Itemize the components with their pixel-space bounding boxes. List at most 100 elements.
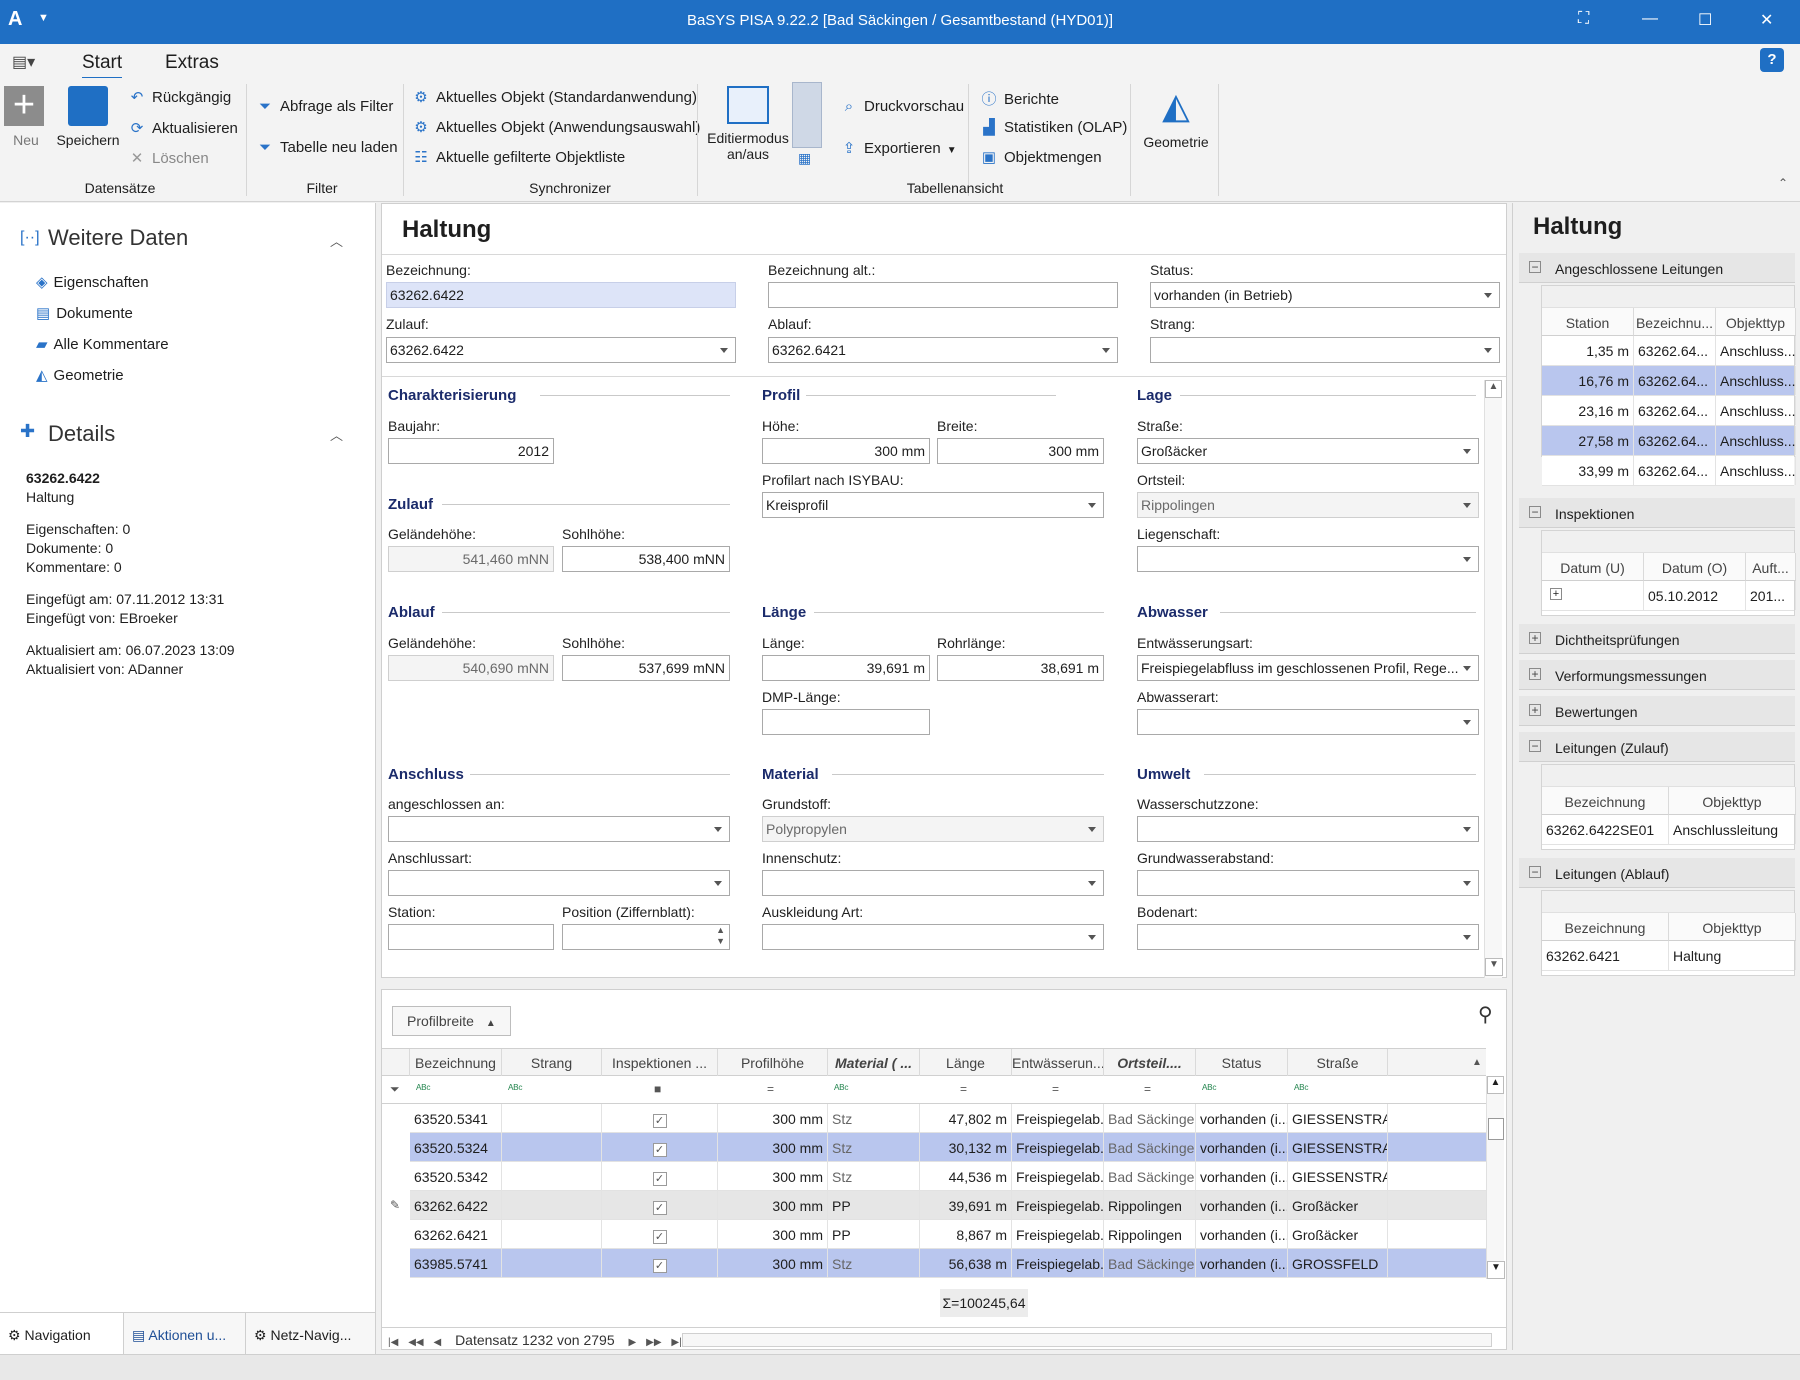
first-record-icon[interactable]: |◀ <box>388 1337 398 1348</box>
table-cell[interactable]: 300 mm <box>718 1104 828 1133</box>
checkbox-checked-icon[interactable]: ✓ <box>652 1172 667 1186</box>
table-cell[interactable]: GIESSENSTRAS... <box>1288 1104 1388 1133</box>
table-cell[interactable]: Anschlussleitung <box>1669 815 1796 844</box>
table-cell[interactable]: Anschluss... <box>1716 396 1796 425</box>
edit-mode-toggle-button[interactable]: Editiermodus an/aus <box>706 86 790 162</box>
table-cell[interactable]: GIESSENSTRAS... <box>1288 1162 1388 1191</box>
table-cell[interactable]: 63520.5341 <box>410 1104 502 1133</box>
filter-type-check-icon[interactable]: ■ <box>654 1082 661 1096</box>
table-cell[interactable]: 63262.64... <box>1634 336 1716 365</box>
table-cell[interactable]: PP <box>828 1191 920 1220</box>
scroll-down-icon[interactable]: ▼ <box>1487 1261 1505 1279</box>
filter-type-text-icon[interactable]: ᴬᴮᶜ <box>1202 1082 1217 1096</box>
table-cell[interactable] <box>502 1162 602 1191</box>
table-cell[interactable] <box>502 1104 602 1133</box>
table-cell[interactable]: 300 mm <box>718 1249 828 1278</box>
breite-input[interactable]: 300 mm <box>937 438 1104 464</box>
collapse-details-icon[interactable]: ︿ <box>330 425 343 444</box>
new-record-button[interactable]: + Neu <box>4 86 48 148</box>
table-cell[interactable]: 33,99 m <box>1542 456 1634 485</box>
scroll-down-icon[interactable]: ▼ <box>1485 958 1503 976</box>
table-cell[interactable]: Bad Säckingen <box>1104 1133 1196 1162</box>
angeschlossen-select[interactable] <box>388 816 730 842</box>
column-header[interactable]: Material ( ... <box>828 1049 920 1077</box>
prev-record-icon[interactable]: ◀ <box>433 1337 441 1348</box>
table-cell[interactable]: Haltung <box>1669 941 1796 970</box>
scroll-up-icon[interactable]: ▲ <box>1485 380 1502 398</box>
table-cell[interactable]: Bad Säckingen <box>1104 1162 1196 1191</box>
collapse-more-data-icon[interactable]: ︿ <box>330 231 343 250</box>
nav-item-properties[interactable]: ◈ Eigenschaften <box>36 273 149 291</box>
filter-type-num-icon[interactable]: = <box>960 1082 967 1096</box>
search-icon[interactable]: ⚲ <box>1478 1002 1493 1027</box>
section-leitungen-ablauf[interactable]: − Leitungen (Ablauf) <box>1519 858 1795 888</box>
table-cell[interactable]: vorhanden (i... <box>1196 1191 1288 1220</box>
table-cell[interactable]: vorhanden (i... <box>1196 1249 1288 1278</box>
table-cell[interactable]: Großäcker <box>1288 1191 1388 1220</box>
zulauf-select[interactable]: 63262.6422 <box>386 337 736 363</box>
auskleidung-select[interactable] <box>762 924 1104 950</box>
group-by-profilbreite-chip[interactable]: Profilbreite ▲ <box>392 1006 511 1036</box>
table-cell[interactable]: 63262.64... <box>1634 366 1716 395</box>
bezeichnung-input[interactable]: 63262.6422 <box>386 282 736 308</box>
column-header[interactable]: Inspektionen ... <box>602 1049 718 1077</box>
filter-type-text-icon[interactable]: ᴬᴮᶜ <box>508 1082 523 1096</box>
checkbox-checked-icon[interactable]: ✓ <box>652 1201 667 1215</box>
table-cell[interactable]: 47,802 m <box>920 1104 1012 1133</box>
table-cell[interactable]: 8,867 m <box>920 1220 1012 1249</box>
sync-standard-button[interactable]: ⚙ Aktuelles Objekt (Standardanwendung) <box>412 88 697 106</box>
prev-page-icon[interactable]: ◀◀ <box>408 1337 423 1348</box>
ablauf-sohlhoehe-input[interactable]: 537,699 mNN <box>562 655 730 681</box>
table-cell[interactable]: 56,638 m <box>920 1249 1012 1278</box>
tab-navigation[interactable]: ⚙ Navigation <box>0 1313 124 1355</box>
ortsteil-select[interactable]: Rippolingen <box>1137 492 1479 518</box>
grid-scrollbar[interactable]: ▲ ▼ <box>1486 1076 1505 1279</box>
table-cell[interactable]: ✓ <box>602 1191 718 1220</box>
column-header[interactable]: Straße <box>1288 1049 1388 1077</box>
table-cell[interactable]: Freispiegelab... <box>1012 1191 1104 1220</box>
column-header[interactable]: Objekttyp <box>1716 308 1796 336</box>
collapse-icon[interactable]: − <box>1529 506 1541 518</box>
filter-type-text-icon[interactable]: ᴬᴮᶜ <box>416 1082 431 1096</box>
expand-icon[interactable]: + <box>1529 704 1541 716</box>
column-header[interactable]: Objekttyp <box>1669 787 1796 815</box>
column-header[interactable]: Datum (U) <box>1542 553 1644 581</box>
table-cell[interactable]: ✓ <box>602 1162 718 1191</box>
table-cell[interactable]: 300 mm <box>718 1133 828 1162</box>
collapse-icon[interactable]: − <box>1529 866 1541 878</box>
table-cell[interactable]: Anschluss... <box>1716 426 1796 455</box>
table-cell[interactable]: Rippolingen <box>1104 1191 1196 1220</box>
table-cell[interactable]: 63520.5342 <box>410 1162 502 1191</box>
scroll-thumb[interactable] <box>1488 1118 1504 1140</box>
table-cell[interactable]: Stz <box>828 1104 920 1133</box>
export-dropdown-button[interactable]: ⇪ Exportieren ▼ <box>840 139 957 157</box>
maximize-icon[interactable]: ☐ <box>1698 10 1712 30</box>
table-cell[interactable] <box>502 1249 602 1278</box>
table-cell[interactable]: Freispiegelab... <box>1012 1104 1104 1133</box>
section-inspektionen[interactable]: − Inspektionen <box>1519 498 1795 528</box>
strang-select[interactable] <box>1150 337 1500 363</box>
grundwasserabstand-select[interactable] <box>1137 870 1479 896</box>
table-cell[interactable]: 44,536 m <box>920 1162 1012 1191</box>
column-header[interactable]: Entwässerun... <box>1012 1049 1104 1077</box>
laenge-input[interactable]: 39,691 m <box>762 655 930 681</box>
table-cell[interactable]: ✓ <box>602 1249 718 1278</box>
grid-layout-alt-icon[interactable]: ▦ <box>798 150 811 167</box>
table-cell[interactable]: Anschluss... <box>1716 456 1796 485</box>
filter-type-num-icon[interactable]: = <box>767 1082 774 1096</box>
table-cell[interactable] <box>502 1191 602 1220</box>
last-record-icon[interactable]: ▶| <box>671 1337 681 1348</box>
table-cell[interactable]: 63262.6422SE01 <box>1542 815 1669 844</box>
zulauf-sohlhoehe-input[interactable]: 538,400 mNN <box>562 546 730 572</box>
tab-extras[interactable]: Extras <box>165 52 219 74</box>
innenschutz-select[interactable] <box>762 870 1104 896</box>
table-cell[interactable]: vorhanden (i... <box>1196 1220 1288 1249</box>
tab-start[interactable]: Start <box>82 52 123 80</box>
horizontal-scrollbar[interactable] <box>682 1333 1492 1347</box>
filter-type-num-icon[interactable]: = <box>1144 1082 1151 1096</box>
section-leitungen-zulauf[interactable]: − Leitungen (Zulauf) <box>1519 732 1795 762</box>
object-sets-button[interactable]: ▣ Objektmengen <box>980 148 1102 166</box>
table-cell[interactable]: 63262.6421 <box>1542 941 1669 970</box>
table-cell[interactable]: 63520.5324 <box>410 1133 502 1162</box>
section-verformungsmessungen[interactable]: + Verformungsmessungen <box>1519 660 1795 690</box>
